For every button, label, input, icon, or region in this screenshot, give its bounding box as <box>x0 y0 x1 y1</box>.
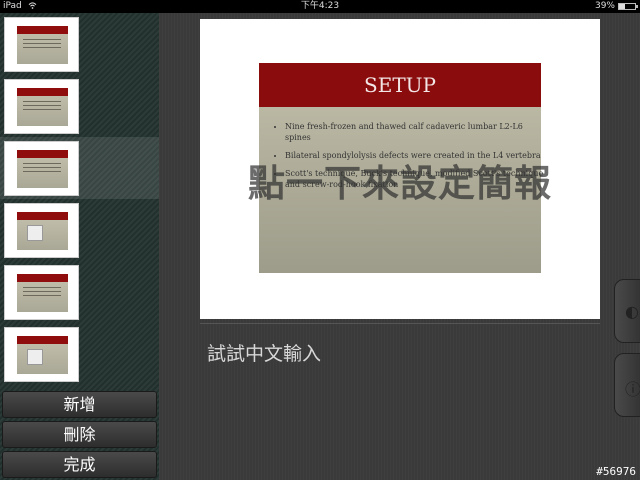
thumbnail-preview <box>17 212 68 250</box>
slide-navigator: 新增 刪除 完成 <box>0 13 159 480</box>
thumbnail-title-bar <box>17 26 68 34</box>
thumbnail-title-bar <box>17 150 68 158</box>
side-drawer-tab-top[interactable]: ◐ <box>614 279 640 343</box>
slide-bullet: Nine fresh-frozen and thawed calf cadave… <box>285 121 545 143</box>
thumbnail-preview <box>17 26 68 64</box>
slide-thumbnail-3[interactable] <box>0 137 159 199</box>
battery-percent: 39% <box>594 1 615 11</box>
slide-editor: SETUP Nine fresh-frozen and thawed calf … <box>159 13 640 480</box>
slide-title: SETUP <box>259 63 541 107</box>
battery-fill <box>619 4 626 9</box>
done-button[interactable]: 完成 <box>2 451 157 478</box>
slide-thumbnail-6[interactable] <box>0 323 159 385</box>
thumbnail-title-bar <box>17 274 68 282</box>
slide-thumbnail-2[interactable] <box>0 75 159 137</box>
notes-divider <box>200 323 600 324</box>
battery-icon <box>618 3 638 10</box>
slide-thumbnail-1[interactable] <box>0 13 159 75</box>
thumbnail-text-lines <box>23 163 61 175</box>
thumbnail-preview <box>17 336 68 374</box>
thumbnail-frame <box>4 203 79 258</box>
thumbnail-title-bar <box>17 336 68 344</box>
thumbnail-text-lines <box>23 287 61 299</box>
slide-thumbnail-5[interactable] <box>0 261 159 323</box>
thumbnail-text-lines <box>23 101 61 113</box>
info-icon: ⓘ <box>625 380 640 399</box>
thumbnail-frame <box>4 141 79 196</box>
thumbnail-frame <box>4 17 79 72</box>
status-time: 下午4:23 <box>300 1 340 11</box>
thumbnail-figure <box>27 225 43 241</box>
slide-thumbnail-4[interactable] <box>0 199 159 261</box>
watermark: #56976 <box>596 465 636 478</box>
thumbnail-frame <box>4 327 79 382</box>
thumbnail-text-lines <box>23 39 61 51</box>
thumbnail-preview <box>17 150 68 188</box>
thumbnail-title-bar <box>17 212 68 220</box>
side-drawer-tab-bottom[interactable]: ⓘ <box>614 353 640 417</box>
status-bar: iPad 下午4:23 39% <box>0 0 640 13</box>
presenter-notes[interactable]: 試試中文輸入 <box>207 339 321 366</box>
tap-to-setup-hint[interactable]: 點一下來設定簡報 <box>200 153 600 207</box>
status-right: 39% <box>594 0 638 13</box>
thumbnail-frame <box>4 265 79 320</box>
thumbnail-title-bar <box>17 88 68 96</box>
thumbnail-preview <box>17 88 68 126</box>
thumbnail-frame <box>4 79 79 134</box>
delete-slide-button[interactable]: 刪除 <box>2 421 157 448</box>
add-slide-button[interactable]: 新增 <box>2 391 157 418</box>
drawer-handle-icon: ◐ <box>625 302 639 321</box>
thumbnail-preview <box>17 274 68 312</box>
thumbnail-figure <box>27 349 43 365</box>
